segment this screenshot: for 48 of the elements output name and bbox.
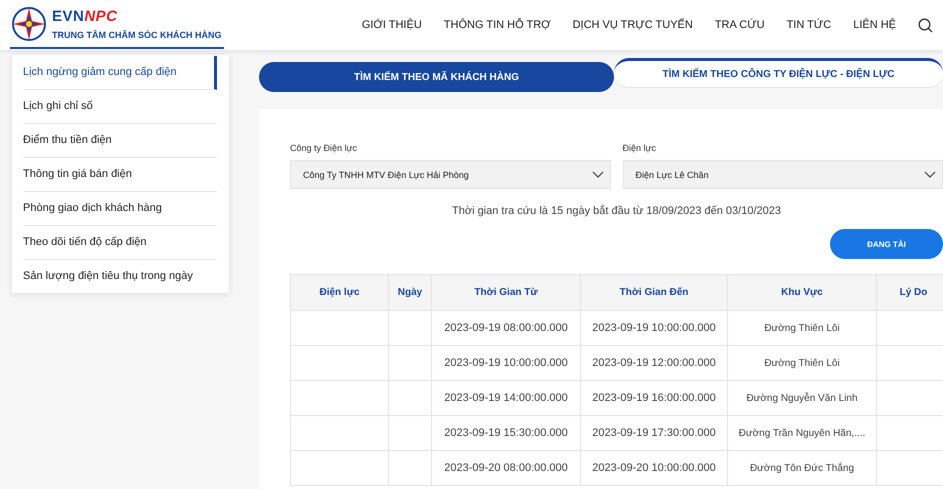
table-cell: 2023-09-19 17:30:00.000	[580, 416, 728, 450]
table-cell: 2023-09-20 08:00:00.000	[432, 450, 580, 486]
table-cell: 2023-09-19 14:00:00.000	[432, 380, 580, 416]
search-icon[interactable]	[918, 18, 933, 32]
nav-link[interactable]: TRA CỨU	[714, 19, 765, 31]
nav-link[interactable]: GIỚI THIỆU	[362, 19, 422, 31]
table-cell: Đường Trần Nguyên Hãn,....	[728, 416, 876, 450]
field-label: Công ty Điện lực	[290, 143, 358, 153]
nav-link[interactable]: DỊCH VỤ TRỰC TUYẾN	[572, 19, 693, 31]
sidebar-item[interactable]: Thông tin giá bán điện	[23, 158, 217, 192]
logo-icon	[10, 5, 48, 43]
loading-button[interactable]: ĐANG TẢI	[830, 229, 943, 259]
sidebar-item[interactable]: Phòng giao dịch khách hàng	[23, 192, 217, 226]
table-cell: 2023-09-19 10:00:00.000	[432, 346, 580, 380]
table-cell: 2023-09-19 12:00:00.000	[580, 346, 728, 380]
nav-link[interactable]: LIÊN HỆ	[853, 19, 896, 31]
search-tab[interactable]: TÌM KIẾM THEO MÃ KHÁCH HÀNG	[259, 62, 614, 92]
column-header: Thời Gian Đến	[580, 274, 728, 310]
table-cell: Đường Thiên Lôi	[728, 310, 876, 346]
dropdown-field[interactable]: Điện Lực Lê Chân	[622, 160, 943, 189]
table-cell: Đường Nguyễn Văn Linh	[728, 380, 876, 416]
column-header: Lý Do	[876, 274, 943, 310]
search-period-note: Thời gian tra cứu là 15 ngày bắt đầu từ 18/09/2023 đến 03/10/2023	[451, 205, 782, 217]
chevron-down-icon	[592, 171, 604, 178]
table-cell: 2023-09-19 10:00:00.000	[580, 310, 728, 346]
nav-link[interactable]: TIN TỨC	[786, 19, 832, 31]
table-cell: Đường Thiên Lôi	[728, 346, 876, 380]
column-header: Thời Gian Từ	[432, 274, 580, 310]
chevron-down-icon	[924, 171, 936, 178]
table-cell: Đường Tôn Đức Thắng	[728, 450, 876, 486]
column-header: Khu Vực	[728, 274, 876, 310]
table-cell: 2023-09-19 15:30:00.000	[432, 416, 580, 450]
brand-name: EVNNPC	[52, 8, 119, 25]
sidebar-item[interactable]: Điểm thu tiền điện	[23, 124, 217, 158]
table-cell: 2023-09-19 16:00:00.000	[580, 380, 728, 416]
sidebar-item[interactable]: Theo dõi tiến độ cấp điện	[23, 226, 217, 260]
sidebar-item[interactable]: Lịch ngừng giảm cung cấp điện	[23, 56, 217, 90]
table-cell: 2023-09-19 08:00:00.000	[432, 310, 580, 346]
field-label: Điện lực	[622, 143, 658, 153]
sidebar-item[interactable]: Sản lượng điện tiêu thụ trong ngày	[23, 260, 217, 294]
search-tab[interactable]: TÌM KIẾM THEO CÔNG TY ĐIỆN LỰC - ĐIỆN LỰC	[614, 58, 943, 88]
nav-link[interactable]: THÔNG TIN HỖ TRỢ	[444, 19, 551, 31]
column-header: Ngày	[388, 274, 432, 310]
column-header: Điện lực	[290, 274, 388, 310]
brand-subtitle: TRUNG TÂM CHĂM SÓC KHÁCH HÀNG	[52, 30, 222, 40]
table-cell: 2023-09-20 10:00:00.000	[580, 450, 728, 486]
sidebar-item[interactable]: Lịch ghi chỉ số	[23, 90, 217, 124]
dropdown-field[interactable]: Công Ty TNHH MTV Điện Lực Hải Phòng	[290, 160, 610, 189]
